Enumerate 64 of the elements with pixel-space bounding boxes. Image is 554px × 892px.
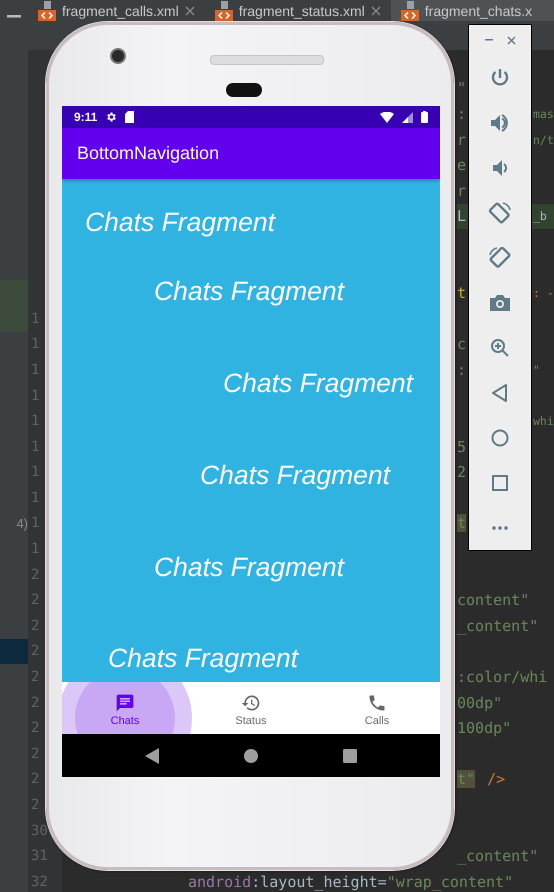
xml-file-icon bbox=[400, 0, 419, 20]
code-text: : bbox=[457, 104, 466, 123]
code-text: mas bbox=[533, 106, 554, 121]
close-icon[interactable] bbox=[370, 6, 381, 16]
code-text: :layout_height= bbox=[251, 872, 387, 891]
code-text: c bbox=[457, 335, 466, 354]
code-text: whi bbox=[533, 414, 554, 428]
code-text: android bbox=[188, 872, 252, 891]
wifi-icon bbox=[380, 112, 394, 122]
fragment-text: Chats Fragment bbox=[200, 459, 390, 491]
editor-tab[interactable]: fragment_status.xml bbox=[204, 0, 391, 21]
battery-icon bbox=[421, 111, 428, 123]
code-text: : - bbox=[533, 286, 554, 300]
code-text: 5 bbox=[457, 438, 466, 456]
code-text: r bbox=[457, 182, 466, 200]
code-text: " bbox=[457, 79, 466, 98]
code-text: content" bbox=[457, 591, 530, 610]
fragment-text: Chats Fragment bbox=[108, 642, 298, 674]
camera-lens bbox=[110, 48, 126, 64]
xml-file-icon bbox=[214, 0, 233, 20]
phone-icon bbox=[367, 693, 387, 713]
nav-item[interactable]: Calls bbox=[314, 682, 440, 734]
history-icon bbox=[241, 693, 261, 713]
fragment-text: Chats Fragment bbox=[85, 206, 275, 238]
code-text: 2 bbox=[457, 463, 466, 482]
status-time: 9:11 bbox=[74, 110, 98, 124]
code-text: L bbox=[457, 207, 466, 226]
code-text: 00dp" bbox=[457, 694, 502, 712]
selected-row bbox=[0, 638, 28, 664]
earpiece bbox=[226, 83, 262, 97]
code-text: _b bbox=[533, 209, 547, 224]
overview-icon[interactable] bbox=[343, 748, 358, 762]
code-text: r bbox=[457, 130, 466, 149]
code-text: t bbox=[457, 284, 466, 302]
code-text: _content" bbox=[457, 616, 538, 635]
home-icon[interactable] bbox=[244, 748, 258, 762]
minimize-icon[interactable] bbox=[484, 39, 492, 41]
code-text: n/t bbox=[533, 132, 554, 147]
chat-icon bbox=[115, 693, 135, 713]
code-text: 100dp" bbox=[457, 719, 512, 738]
code-text: e bbox=[457, 156, 466, 174]
back-icon[interactable] bbox=[144, 748, 159, 764]
close-icon[interactable] bbox=[184, 6, 195, 16]
fragment-text: Chats Fragment bbox=[154, 275, 344, 307]
code-text: _content" bbox=[457, 847, 538, 866]
fragment-text: Chats Fragment bbox=[223, 367, 413, 399]
signal-icon bbox=[402, 112, 413, 122]
code-text: : bbox=[457, 360, 466, 379]
app-title: BottomNavigation bbox=[77, 143, 220, 164]
settings-icon bbox=[105, 111, 118, 123]
nav-item[interactable]: Chats bbox=[62, 682, 188, 734]
minimize-icon[interactable] bbox=[7, 14, 21, 18]
close-icon[interactable] bbox=[506, 36, 516, 44]
code-text: " bbox=[533, 362, 540, 377]
nav-item[interactable]: Status bbox=[188, 682, 314, 734]
editor-tab[interactable]: fragment_chats.x bbox=[390, 0, 554, 21]
code-text: "wrap_content" bbox=[386, 872, 514, 891]
panel-text: 4) bbox=[16, 516, 28, 531]
editor-tab[interactable]: fragment_calls.xml bbox=[28, 0, 205, 21]
sd-card-icon bbox=[125, 111, 136, 123]
code-text: :color/whi bbox=[457, 668, 548, 686]
xml-file-icon bbox=[38, 0, 56, 20]
fragment-text: Chats Fragment bbox=[154, 551, 344, 583]
code-text: /> bbox=[487, 770, 506, 788]
